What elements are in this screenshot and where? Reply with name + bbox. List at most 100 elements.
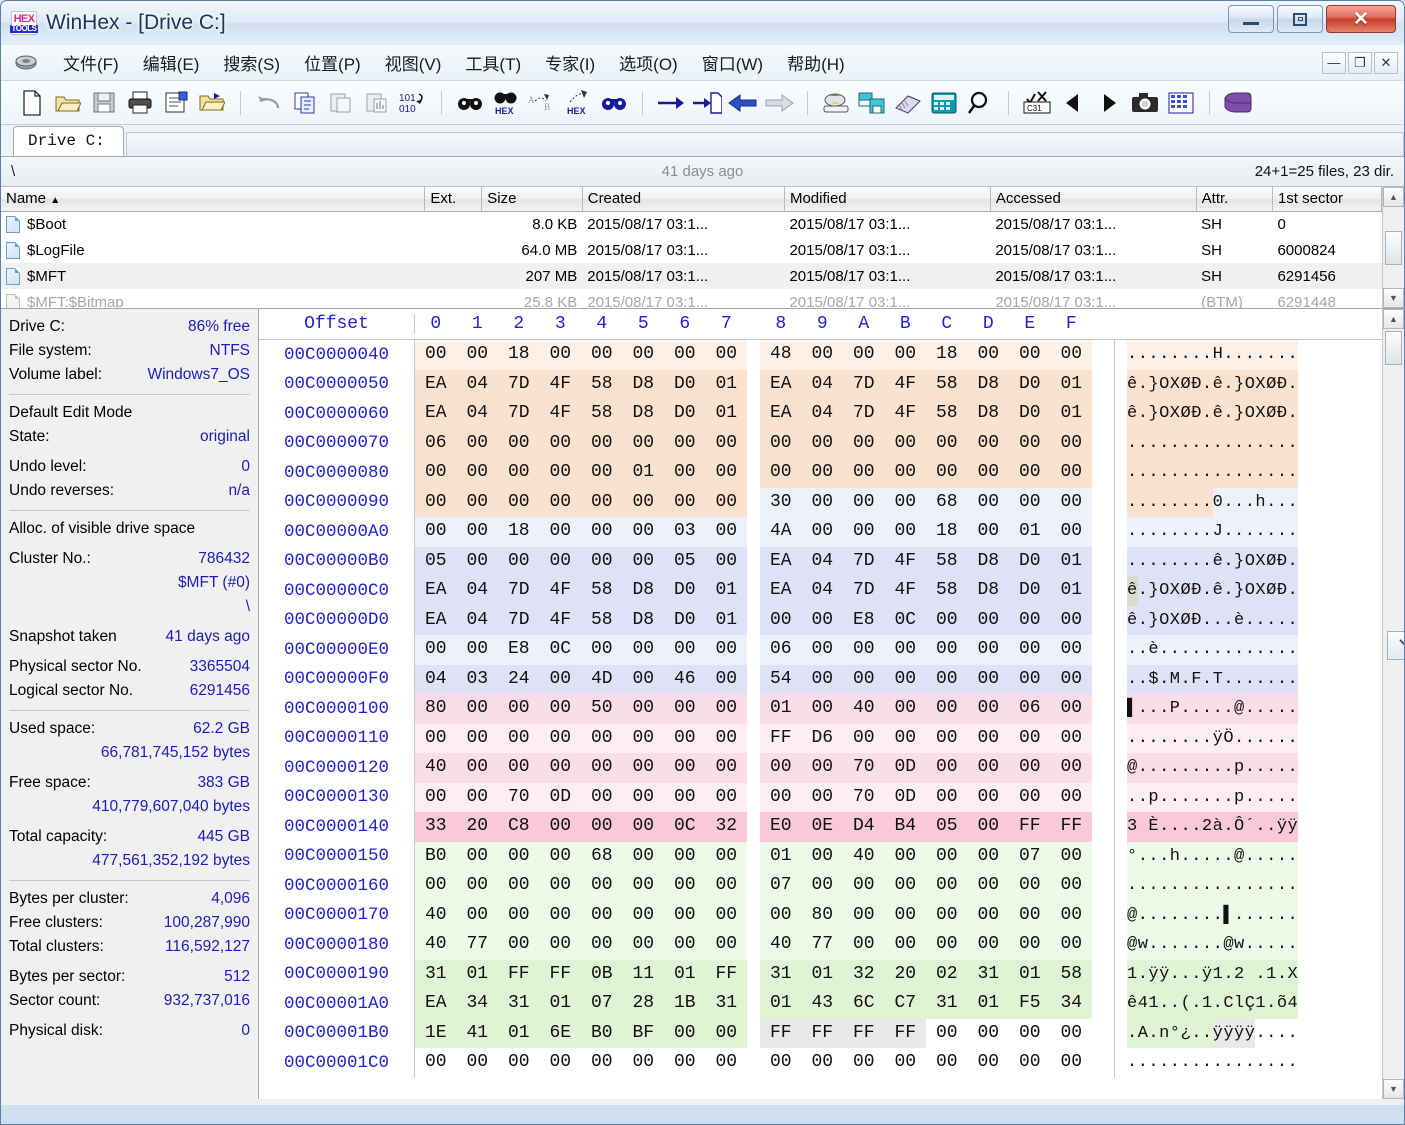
- hex-byte[interactable]: 00: [705, 428, 747, 458]
- hex-byte[interactable]: 43: [801, 989, 843, 1019]
- hex-byte[interactable]: FF: [539, 959, 581, 989]
- hex-byte[interactable]: 00: [1050, 517, 1092, 547]
- hex-byte[interactable]: 00: [884, 723, 926, 753]
- hex-byte[interactable]: 04: [456, 605, 498, 635]
- hex-byte[interactable]: 00: [622, 340, 664, 370]
- hex-byte[interactable]: 58: [581, 605, 623, 635]
- hex-byte[interactable]: 00: [760, 782, 802, 812]
- find-hex-icon[interactable]: HEX: [489, 87, 523, 119]
- hex-byte[interactable]: 00: [1009, 871, 1051, 901]
- hex-byte[interactable]: 00: [622, 487, 664, 517]
- hex-byte[interactable]: 00: [581, 635, 623, 665]
- hex-byte[interactable]: 00: [498, 900, 540, 930]
- hex-byte[interactable]: 00: [539, 841, 581, 871]
- hex-row[interactable]: 00C00000B0 05 00 00 00 00 00 05 00 EA 04 7D 4F 58 D8 D0…: [259, 546, 1382, 576]
- hex-byte[interactable]: EA: [760, 546, 802, 576]
- hex-byte[interactable]: 31: [760, 959, 802, 989]
- hex-byte[interactable]: 00: [801, 517, 843, 547]
- hex-byte[interactable]: 00: [456, 487, 498, 517]
- ascii-text[interactable]: ................: [1114, 871, 1364, 901]
- hex-byte[interactable]: 00: [1050, 753, 1092, 783]
- hex-byte[interactable]: 00: [664, 871, 706, 901]
- hex-byte[interactable]: 00: [581, 753, 623, 783]
- file-properties-icon[interactable]: [159, 87, 193, 119]
- goto-sector-icon[interactable]: [690, 87, 724, 119]
- col-attr[interactable]: Attr.: [1196, 187, 1273, 212]
- hex-byte[interactable]: 00: [498, 723, 540, 753]
- ascii-text[interactable]: ................: [1114, 458, 1364, 488]
- ascii-text[interactable]: 1.ÿÿ...ÿ1.2 .1.X: [1114, 959, 1364, 989]
- hex-byte[interactable]: 00: [705, 723, 747, 753]
- tab-drive-c[interactable]: Drive C:: [13, 126, 124, 156]
- menu-edit[interactable]: 编辑(E): [131, 48, 212, 77]
- hex-byte[interactable]: 00: [926, 458, 968, 488]
- hex-byte[interactable]: 01: [705, 605, 747, 635]
- hex-row[interactable]: 00C0000160 00 00 00 00 00 00 00 00 07 00 00 00 00 00 00…: [259, 871, 1382, 901]
- hex-byte[interactable]: 00: [539, 930, 581, 960]
- hex-byte[interactable]: 00: [456, 546, 498, 576]
- hex-byte[interactable]: 4F: [539, 399, 581, 429]
- hex-row[interactable]: 00C0000100 80 00 00 00 50 00 00 00 01 00 40 00 00 00 06…: [259, 694, 1382, 724]
- hex-byte[interactable]: 0C: [664, 812, 706, 842]
- hex-byte[interactable]: 00: [843, 871, 885, 901]
- hex-byte[interactable]: 00: [581, 487, 623, 517]
- hex-byte[interactable]: 00: [622, 1048, 664, 1078]
- hex-byte[interactable]: 00: [843, 487, 885, 517]
- hex-byte[interactable]: 00: [705, 458, 747, 488]
- hex-byte[interactable]: D8: [967, 399, 1009, 429]
- hex-byte[interactable]: 00: [664, 1048, 706, 1078]
- wipe-icon[interactable]: [891, 87, 925, 119]
- case-icon[interactable]: [1221, 87, 1255, 119]
- hex-row[interactable]: 00C0000190 31 01 FF FF 0B 11 01 FF 31 01 32 20 02 31 01…: [259, 959, 1382, 989]
- hex-byte[interactable]: 01: [622, 458, 664, 488]
- hex-byte[interactable]: 00: [967, 871, 1009, 901]
- hex-byte[interactable]: FF: [705, 959, 747, 989]
- hex-byte[interactable]: D0: [664, 576, 706, 606]
- hex-byte[interactable]: 00: [664, 340, 706, 370]
- clone-disk-icon[interactable]: [855, 87, 889, 119]
- hex-byte[interactable]: 00: [498, 930, 540, 960]
- hex-byte[interactable]: 00: [926, 753, 968, 783]
- hex-byte[interactable]: 7D: [843, 369, 885, 399]
- hex-row[interactable]: 00C00001C0 00 00 00 00 00 00 00 00 00 00 00 00 00 00 00…: [259, 1048, 1382, 1078]
- hex-byte[interactable]: 00: [664, 841, 706, 871]
- hex-byte[interactable]: 00: [967, 605, 1009, 635]
- menu-help[interactable]: 帮助(H): [775, 48, 857, 77]
- hex-byte[interactable]: 00: [456, 841, 498, 871]
- hex-byte[interactable]: 40: [415, 753, 457, 783]
- menu-specialist[interactable]: 专家(I): [533, 48, 607, 77]
- hex-byte[interactable]: 00: [498, 871, 540, 901]
- hex-byte[interactable]: 58: [926, 546, 968, 576]
- hex-byte[interactable]: 00: [498, 546, 540, 576]
- hex-row[interactable]: 00C0000170 40 00 00 00 00 00 00 00 00 80 00 00 00 00 00…: [259, 900, 1382, 930]
- hex-byte[interactable]: D0: [664, 369, 706, 399]
- hex-row[interactable]: 00C00000A0 00 00 18 00 00 00 03 00 4A 00 00 00 18 00 01…: [259, 517, 1382, 547]
- hex-byte[interactable]: 4F: [539, 369, 581, 399]
- hex-byte[interactable]: D8: [967, 576, 1009, 606]
- hex-byte[interactable]: 00: [622, 841, 664, 871]
- hex-byte[interactable]: 00: [705, 1018, 747, 1048]
- hex-byte[interactable]: 00: [539, 871, 581, 901]
- hex-byte[interactable]: 01: [967, 989, 1009, 1019]
- hex-byte[interactable]: 00: [664, 694, 706, 724]
- hex-byte[interactable]: 01: [1050, 399, 1092, 429]
- hex-byte[interactable]: 40: [415, 900, 457, 930]
- hex-byte[interactable]: 03: [664, 517, 706, 547]
- hex-byte[interactable]: 00: [884, 871, 926, 901]
- hex-byte[interactable]: 7D: [843, 399, 885, 429]
- clipboard-data-icon[interactable]: [360, 87, 394, 119]
- hex-byte[interactable]: 04: [456, 369, 498, 399]
- hex-scrollbar[interactable]: ▲ ▼: [1382, 309, 1404, 1099]
- hex-byte[interactable]: D8: [967, 369, 1009, 399]
- hex-byte[interactable]: 00: [539, 1048, 581, 1078]
- hex-byte[interactable]: 00: [622, 694, 664, 724]
- hex-byte[interactable]: 00: [926, 635, 968, 665]
- hex-byte[interactable]: 00: [664, 930, 706, 960]
- hex-byte[interactable]: 01: [705, 399, 747, 429]
- hex-byte[interactable]: 31: [705, 989, 747, 1019]
- hex-byte[interactable]: 00: [967, 428, 1009, 458]
- ascii-text[interactable]: ê.}OXØÐ.ê.}OXØÐ.: [1114, 576, 1364, 606]
- hex-byte[interactable]: 00: [926, 930, 968, 960]
- hex-byte[interactable]: 31: [498, 989, 540, 1019]
- table-row[interactable]: $MFT:$Bitmap 25.8 KB 2015/08/17 03:1... 201…: [1, 289, 1382, 308]
